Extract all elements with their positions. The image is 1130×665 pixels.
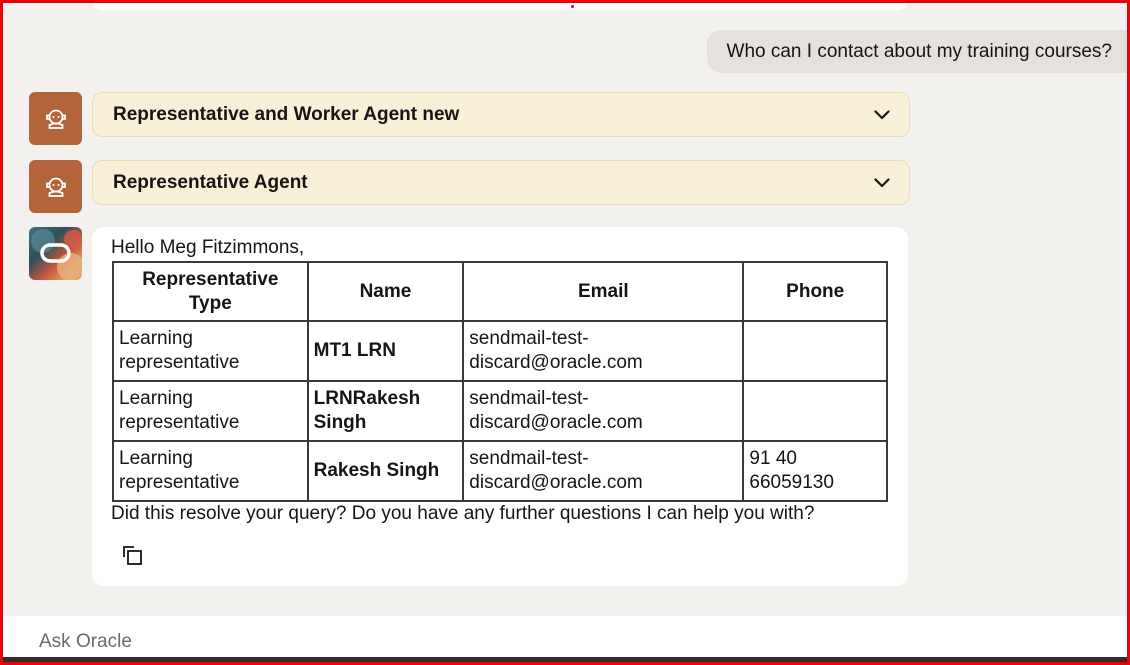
- rep-phone-cell: 91 40 66059130: [742, 440, 888, 502]
- greeting-text: Hello Meg Fitzimmons,: [111, 237, 305, 258]
- agent-accordion-0[interactable]: Representative and Worker Agent new: [92, 92, 910, 137]
- oracle-assistant-avatar: [29, 227, 82, 280]
- rep-phone-cell: [742, 320, 888, 382]
- table-row: Learning representative MT1 LRN sendmail…: [112, 320, 888, 382]
- agent-accordion-label: Representative Agent: [113, 171, 308, 193]
- rep-type-cell: Learning representative: [112, 440, 309, 502]
- indicator-dot: [571, 5, 574, 8]
- agent-accordion-label: Representative and Worker Agent new: [113, 103, 460, 125]
- chevron-down-icon[interactable]: [873, 106, 891, 124]
- representatives-table: Representative Type Name Email Phone Lea…: [112, 261, 888, 502]
- user-message-text: Who can I contact about my training cour…: [726, 40, 1112, 62]
- table-row: Learning representative LRNRakesh Singh …: [112, 380, 888, 442]
- agent-avatar: [29, 160, 82, 213]
- rep-email-cell: sendmail-test-discard@oracle.com: [462, 380, 745, 442]
- column-header: Phone: [742, 261, 888, 322]
- agent-accordion-1[interactable]: Representative Agent: [92, 160, 910, 205]
- rep-type-cell: Learning representative: [112, 320, 309, 382]
- column-header: Email: [462, 261, 745, 322]
- copy-button[interactable]: [120, 543, 146, 569]
- assistant-answer-card: Hello Meg Fitzimmons, Representative Typ…: [92, 227, 908, 586]
- rep-email-cell: sendmail-test-discard@oracle.com: [462, 320, 745, 382]
- table-row: Learning representative Rakesh Singh sen…: [112, 440, 888, 502]
- chevron-down-icon[interactable]: [873, 174, 891, 192]
- followup-question-text: Did this resolve your query? Do you have…: [111, 503, 815, 524]
- copy-icon[interactable]: [122, 545, 144, 567]
- agent-robot-icon: [45, 177, 66, 197]
- table-header-row: Representative Type Name Email Phone: [112, 261, 888, 322]
- rep-phone-cell: [742, 380, 888, 442]
- agent-robot-icon: [45, 109, 66, 129]
- rep-type-cell: Learning representative: [112, 380, 309, 442]
- bottom-divider: [3, 657, 1127, 662]
- rep-email-cell: sendmail-test-discard@oracle.com: [462, 440, 745, 502]
- ask-oracle-input[interactable]: [3, 616, 1127, 658]
- rep-name-cell: Rakesh Singh: [306, 440, 465, 502]
- previous-message-card: [92, 0, 908, 10]
- ask-oracle-input-container[interactable]: [3, 616, 1127, 658]
- column-header: Representative Type: [112, 261, 309, 322]
- rep-name-cell: MT1 LRN: [306, 320, 465, 382]
- user-message-bubble: Who can I contact about my training cour…: [706, 30, 1128, 73]
- column-header: Name: [306, 261, 465, 322]
- agent-avatar: [29, 92, 82, 145]
- oracle-logo-icon: [31, 229, 82, 280]
- rep-name-cell: LRNRakesh Singh: [306, 380, 465, 442]
